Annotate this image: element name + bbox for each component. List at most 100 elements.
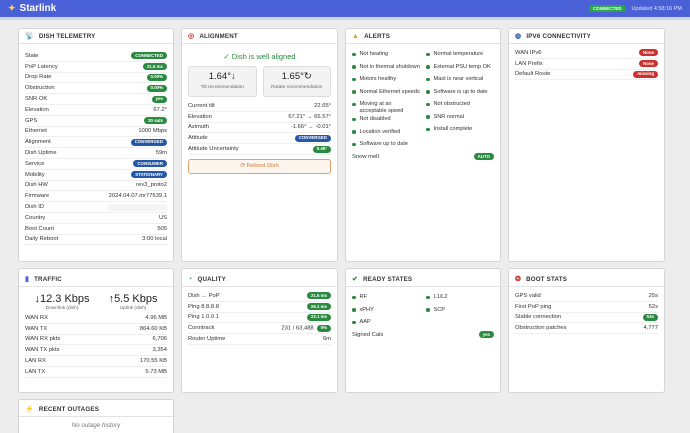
- target-icon: ◎: [188, 33, 195, 40]
- status-dot-icon: [352, 90, 356, 94]
- row-value: 6m: [322, 336, 331, 343]
- status-item: Motors healthy: [352, 74, 420, 87]
- status-dot-icon: [426, 77, 430, 81]
- status-text: SNR normal: [433, 113, 464, 120]
- status-text: Not disabled: [359, 116, 391, 122]
- card-title: DISH TELEMETRY: [38, 32, 96, 40]
- bolt-icon: ⚡: [25, 406, 34, 413]
- status-item: Normal Ethernet speeds: [352, 87, 420, 100]
- status-text: RF: [359, 294, 367, 300]
- rotate-recommendation: 1.65°↻ Rotate recommendation: [262, 66, 331, 97]
- row-value: 4.96 MB: [145, 314, 167, 321]
- status-item: RF: [352, 292, 420, 305]
- data-row: LAN TX 5.73 MB: [25, 367, 167, 378]
- data-row: Obstruction patches 4,777: [515, 323, 658, 335]
- ready-states-card: ✔ READY STATES RF xPHY AAP L1/L2 SCP Signed…: [345, 268, 501, 393]
- redacted-value: [107, 203, 167, 211]
- uplink: ↑5.5 Kbps Uplink (dish): [109, 293, 158, 311]
- top-strip: [0, 17, 690, 20]
- row-label: First PoP ping: [515, 303, 552, 310]
- row-value: 3,354: [152, 347, 167, 354]
- row-value: US: [158, 214, 167, 221]
- row-label: Obstruction patches: [515, 325, 567, 332]
- row-label: Dish → PoP: [188, 292, 220, 299]
- status-dot-icon: [426, 127, 430, 131]
- status-item: Normal temperature: [426, 49, 494, 62]
- row-label: WAN TX pkts: [25, 347, 60, 354]
- ready-grid: RF xPHY AAP L1/L2 SCP: [352, 292, 494, 330]
- card-header: ◎ ALIGNMENT: [182, 29, 337, 44]
- downlink: ↓12.3 Kbps Downlink (dish): [35, 293, 90, 311]
- row-label: Snow melt: [352, 153, 380, 160]
- chart-icon: ▮: [25, 276, 30, 283]
- status-item: Not obstructed: [426, 99, 494, 112]
- row-value: 864.60 KB: [139, 325, 167, 332]
- status-item: Software up to date: [352, 139, 420, 152]
- tilt-recommendation: 1.64°↓ Tilt recommendation: [188, 66, 257, 97]
- data-row: Drop Rate 0.00%: [25, 73, 167, 84]
- reboot-dish-button[interactable]: ⟳ Reboot Dish: [188, 158, 331, 174]
- status-text: External PSU temp OK: [433, 63, 491, 70]
- row-label: LAN Prefix: [515, 60, 543, 67]
- alerts-card: ▲ ALERTS Not heating Not in thermal shutd…: [345, 28, 501, 262]
- data-row: Service CONSUMER: [25, 159, 167, 170]
- status-item: Location verified: [352, 127, 420, 140]
- data-row: Dish Uptime 59m: [25, 148, 167, 159]
- data-row: GPS 20 sats: [25, 116, 167, 127]
- downlink-rate: 12.3 Kbps: [40, 293, 90, 305]
- status-dot-icon: [426, 308, 430, 312]
- row-value: 2024.04.07.mr77639.1: [108, 193, 167, 200]
- status-item: Not disabled: [352, 114, 420, 127]
- status-dot-icon: [352, 130, 356, 134]
- row-label: Dish HW: [25, 182, 48, 189]
- snow-melt-badge: AUTO: [473, 153, 494, 161]
- status-dot-icon: [352, 117, 356, 121]
- alignment-body: ✓ Dish is well aligned 1.64°↓ Tilt recom…: [182, 44, 337, 178]
- row-label: Current tilt: [188, 102, 215, 109]
- uplink-label: Uplink (dish): [119, 306, 147, 311]
- card-header: ◍ IPV6 CONNECTIVITY: [509, 29, 664, 44]
- status-item: L1/L2: [426, 292, 494, 305]
- status-item: Not heating: [352, 49, 420, 62]
- conntrack-count: 231 / 63,488: [281, 325, 314, 332]
- tilt-value: 1.64°↓: [208, 71, 236, 82]
- data-row: Attitude CONVERGED: [188, 133, 331, 145]
- row-value: 52s: [648, 303, 658, 310]
- data-row: Boot Count 505: [25, 224, 167, 235]
- row-label: Default Route: [515, 71, 551, 78]
- row-label: LAN RX: [25, 358, 46, 365]
- card-header: ◔ QUALITY: [182, 272, 337, 287]
- uplink-rate: 5.5 Kbps: [114, 293, 158, 305]
- status-text: Motors healthy: [359, 76, 397, 82]
- data-row: First PoP ping 52s: [515, 302, 658, 313]
- row-value: 5.73 MB: [145, 368, 167, 375]
- row-label: GPS valid: [515, 292, 541, 299]
- status-badge: 0.00%: [146, 73, 167, 81]
- status-text: Moving at an acceptable speed: [359, 101, 404, 114]
- row-value: 170.55 KB: [139, 358, 167, 365]
- globe-icon: ◍: [515, 33, 522, 40]
- status-item: Not in thermal shutdown: [352, 62, 420, 75]
- status-badge: 21.5 ms: [142, 63, 167, 71]
- data-row: WAN TX pkts 3,354: [25, 345, 167, 357]
- status-item: SCP: [426, 305, 494, 318]
- ready-left-column: RF xPHY AAP: [352, 292, 420, 330]
- check-icon: ✔: [352, 276, 359, 283]
- status-dot-icon: [426, 102, 430, 106]
- status-dot-icon: [426, 65, 430, 69]
- data-row: Dish ID: [25, 202, 167, 213]
- status-badge: CONVERGED: [130, 138, 167, 146]
- row-label: Daily Reboot: [25, 236, 59, 243]
- status-text: Location verified: [359, 128, 401, 135]
- brand-name: Starlink: [19, 3, 57, 14]
- row-label: Azimuth: [188, 124, 209, 131]
- status-text: Not heating: [359, 51, 389, 57]
- top-bar: ✦ Starlink CONNECTED Updated 4:58:16 PM: [0, 0, 690, 17]
- data-row: WAN IPv6 None: [515, 48, 658, 59]
- data-row: Ping 8.8.8.8 26.1 ms: [188, 302, 331, 313]
- status-badge: STATIONARY: [131, 171, 167, 179]
- data-row: Ping 1.0.0.1 22.1 ms: [188, 313, 331, 324]
- uplink-value: ↑5.5 Kbps: [108, 293, 158, 305]
- status-badge: 53s: [642, 313, 658, 321]
- status-item: xPHY: [352, 305, 420, 318]
